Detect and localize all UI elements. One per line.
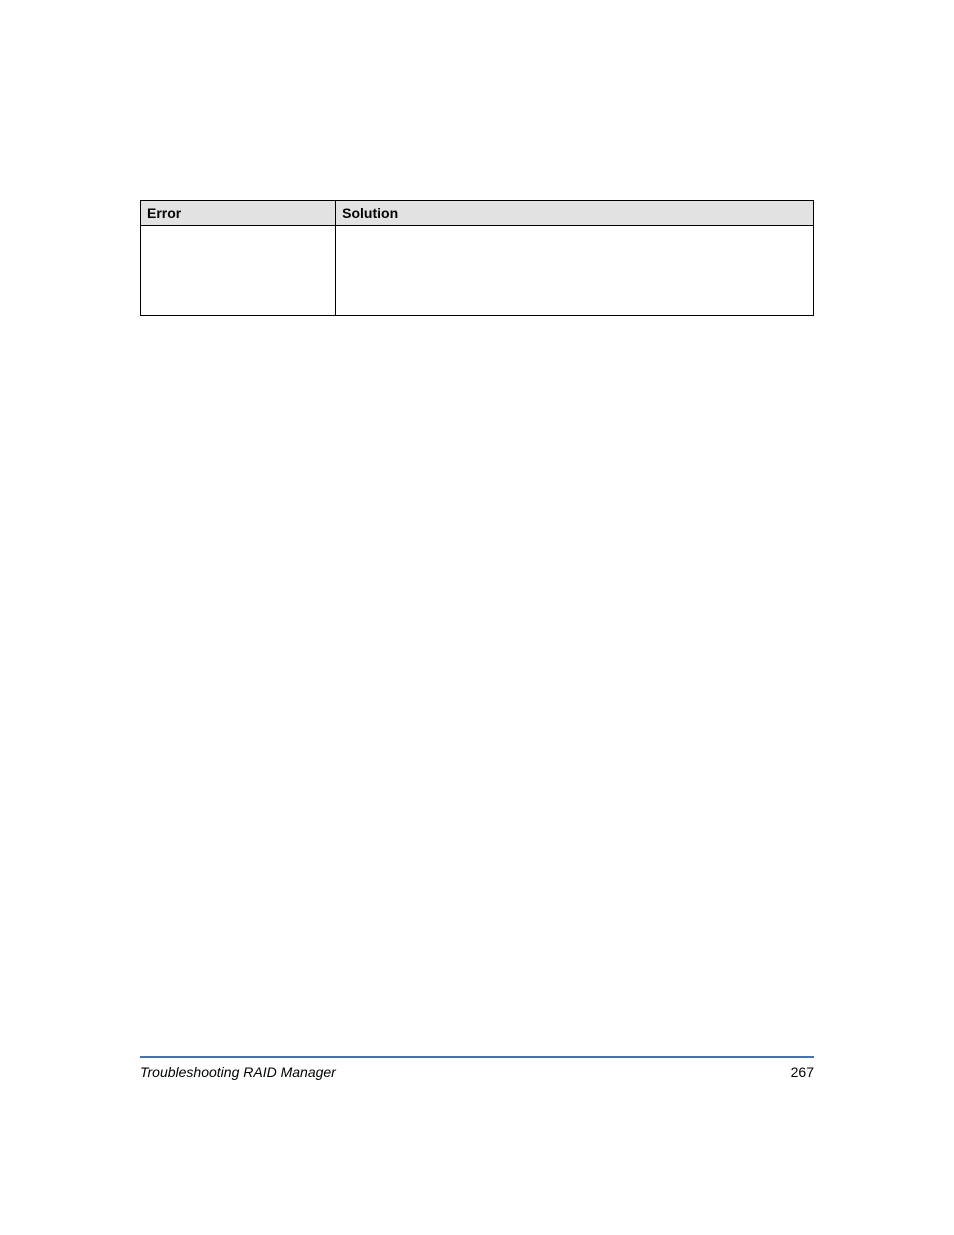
footer-section-title: Troubleshooting RAID Manager (140, 1064, 336, 1080)
error-solution-table: Error Solution (140, 200, 814, 316)
table-header-row: Error Solution (141, 201, 814, 226)
table-row (141, 226, 814, 316)
cell-error (141, 226, 336, 316)
footer-rule (140, 1056, 814, 1058)
footer-page-number: 267 (791, 1064, 814, 1080)
column-header-solution: Solution (336, 201, 814, 226)
cell-solution (336, 226, 814, 316)
page-content: Error Solution (0, 0, 954, 1235)
column-header-error: Error (141, 201, 336, 226)
page-footer: Troubleshooting RAID Manager 267 (140, 1056, 814, 1080)
footer-row: Troubleshooting RAID Manager 267 (140, 1064, 814, 1080)
